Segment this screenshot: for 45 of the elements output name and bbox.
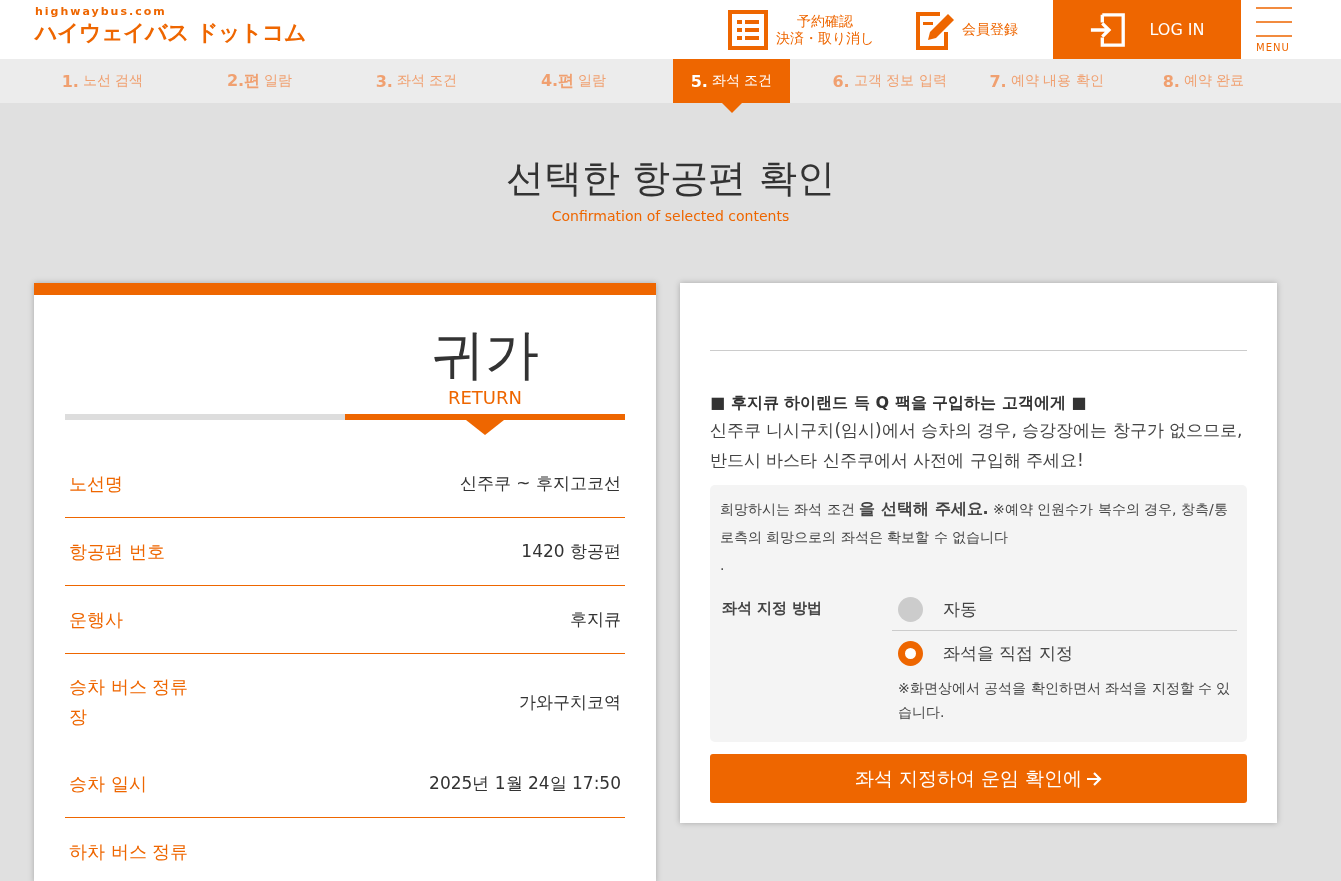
step-label: 2.편 일람: [225, 69, 294, 92]
field-value: 2025년 1월 24일 17:50: [429, 772, 621, 795]
field-label: 승차 버스 정류장: [69, 675, 190, 729]
instruction-text: 희망하시는 좌석 조건 을 선택해 주세요. ※예약 인원수가 복수의 경우, 창측/통로측의 희망으로의 좌석은 확보할 수 없습니다: [720, 498, 1229, 547]
radio-button[interactable]: [898, 597, 923, 622]
instruction-end: .: [720, 556, 726, 575]
header-link[interactable]: 会員登録: [894, 0, 1038, 59]
pencil-icon: [914, 9, 954, 50]
radio-option[interactable]: 좌석을 직접 지정: [898, 641, 1237, 666]
field-label: 운행사: [69, 607, 124, 632]
step-label: 1. 노선 검색: [60, 70, 145, 93]
step-label: 3. 좌석 조건: [374, 70, 459, 93]
logo-tagline: highwaybus.com: [35, 5, 167, 18]
header-link[interactable]: 予約確認 決済・取り消し: [708, 0, 894, 59]
field-value: 신주쿠 ~ 후지고코선: [459, 472, 621, 495]
radio-option[interactable]: 자동: [898, 597, 1237, 622]
page-title: 선택한 항공편 확인: [506, 155, 835, 202]
field-label: 승차 일시: [69, 771, 148, 796]
step-label: 4.편 일람: [539, 69, 608, 92]
site-logo[interactable]: ハイウェイバス ドットコム: [35, 18, 306, 48]
list-icon: [728, 9, 768, 50]
menu-icon: [1256, 6, 1292, 37]
field-label: 항공편 번호: [69, 539, 166, 564]
field-label: 노선명: [69, 471, 124, 496]
pointer-icon: [721, 103, 742, 113]
trip-title: 귀가: [430, 323, 540, 387]
arrow-icon: [1086, 770, 1103, 787]
notice-text: 신주쿠 니시구치(임시)에서 승차의 경우, 승강장에는 창구가 없으므로, 반드시 바스타 신주쿠에서 사전에 구입해 주세요!: [710, 419, 1244, 472]
step-label: 7. 예약 내용 확인: [988, 70, 1105, 93]
field-value: 1420 항공편: [521, 540, 621, 563]
page-subtitle: Confirmation of selected contents: [551, 208, 790, 224]
radio-button[interactable]: [898, 641, 923, 666]
option-note: ※화면상에서 공석을 확인하면서 좌석을 지정할 수 있습니다.: [898, 679, 1232, 722]
confirm-button[interactable]: 좌석 지정하여 운임 확인에: [710, 754, 1247, 803]
step-label: 6. 고객 정보 입력: [831, 70, 948, 93]
field-value: 후지큐: [570, 608, 621, 631]
notice-title: ■ 후지큐 하이랜드 득 Q 팩을 구입하는 고객에게 ■: [710, 392, 1088, 414]
pointer-icon: [466, 420, 504, 435]
field-label: 하차 버스 정류: [69, 839, 190, 864]
login-button[interactable]: LOG IN: [1053, 0, 1241, 59]
field-value: 가와구치코역: [519, 690, 621, 714]
step-label: 8. 예약 완료: [1161, 70, 1246, 93]
method-label: 좌석 지정 방법: [721, 598, 824, 619]
step-label: 5. 좌석 조건: [673, 59, 790, 103]
trip-subtitle: RETURN: [447, 387, 523, 408]
